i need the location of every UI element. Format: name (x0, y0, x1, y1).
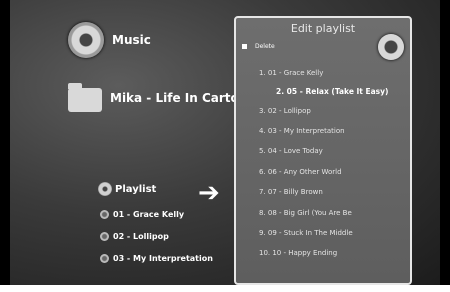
track-item[interactable]: 9. 09 - Stuck In The Middle (259, 229, 353, 237)
playlist-header[interactable]: Playlist (98, 182, 156, 196)
track-item[interactable]: 6. 06 - Any Other World (259, 168, 342, 176)
track-item[interactable]: 7. 07 - Billy Brown (259, 188, 323, 196)
track-item[interactable]: 4. 03 - My Interpretation (259, 127, 345, 135)
playlist-item-label: 03 - My Interpretation (113, 254, 213, 263)
delete-button[interactable]: Delete (242, 43, 275, 50)
track-disc-icon (100, 232, 109, 241)
track-item-selected[interactable]: 2. 05 - Relax (Take It Easy) (276, 87, 388, 96)
track-item[interactable]: 1. 01 - Grace Kelly (259, 69, 323, 77)
panel-disc-icon (378, 34, 404, 60)
playlist-disc-icon (98, 182, 112, 196)
music-label: Music (112, 33, 151, 47)
music-disc-icon (68, 22, 104, 58)
playlist-item[interactable]: 02 - Lollipop (100, 232, 169, 241)
right-arrow-icon: ➔ (198, 178, 220, 208)
edit-playlist-panel: Edit playlist Delete 1. 01 - Grace Kelly… (234, 16, 412, 285)
track-item[interactable]: 3. 02 - Lollipop (259, 107, 311, 115)
media-screen: Music Mika - Life In Cartoon Moti Playli… (10, 0, 440, 285)
folder-icon (68, 83, 102, 112)
playlist-item[interactable]: 01 - Grace Kelly (100, 210, 184, 219)
track-item[interactable]: 8. 08 - Big Girl (You Are Be (259, 209, 352, 217)
track-item[interactable]: 10. 10 - Happy Ending (259, 249, 337, 257)
playlist-item-label: 01 - Grace Kelly (113, 210, 185, 219)
music-menu-item[interactable]: Music (68, 22, 151, 58)
track-item[interactable]: 5. 04 - Love Today (259, 147, 323, 155)
delete-square-icon (242, 44, 247, 49)
playlist-label: Playlist (115, 183, 157, 195)
track-disc-icon (100, 210, 109, 219)
playlist-item[interactable]: 03 - My Interpretation (100, 254, 213, 263)
delete-label: Delete (255, 43, 275, 50)
playlist-item-label: 02 - Lollipop (113, 232, 169, 241)
bottom-strip (0, 285, 450, 292)
track-disc-icon (100, 254, 109, 263)
